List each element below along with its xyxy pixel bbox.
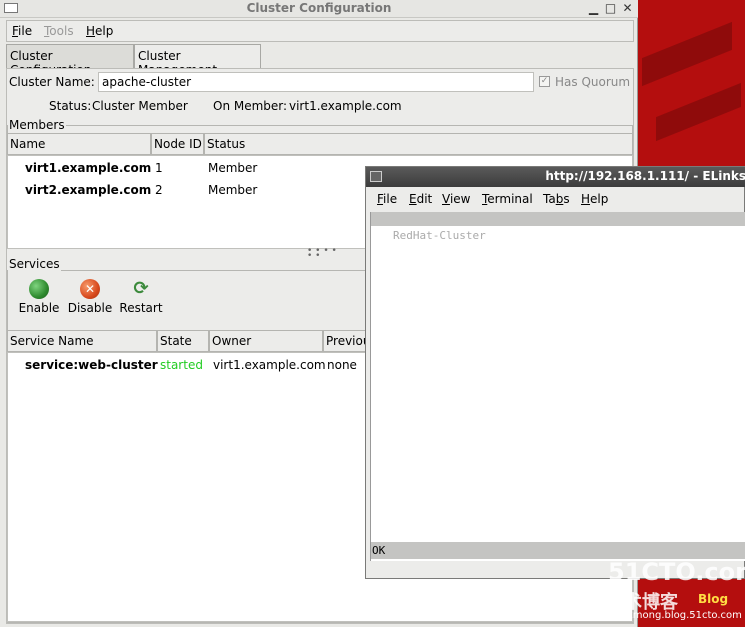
menu-file[interactable]: File (12, 24, 32, 38)
member-name: virt2.example.com (25, 183, 152, 197)
elinks-menu-terminal[interactable]: Terminal (482, 192, 533, 206)
elinks-menu-edit[interactable]: Edit (409, 192, 432, 206)
maximize-icon[interactable]: □ (604, 2, 617, 15)
cluster-name-field[interactable]: apache-cluster (98, 72, 534, 92)
elinks-titlebar[interactable]: http://192.168.1.111/ - ELinks (366, 167, 745, 187)
menu-tools: Tools (44, 24, 74, 38)
services-toolbar: Enable ✕ Disable ⟳ Restart (12, 279, 372, 329)
cluster-name-label: Cluster Name: (9, 75, 95, 89)
watermark-line1: 51CTO.com (608, 558, 745, 586)
terminal-area[interactable]: RedHat-Cluster OK (370, 212, 745, 561)
member-status: Member (208, 183, 258, 197)
window-title: Cluster Configuration (246, 1, 392, 15)
tab-cluster-configuration[interactable]: Cluster Configuration (6, 44, 134, 77)
elinks-title-bar-line (371, 212, 745, 226)
restart-icon: ⟳ (133, 278, 149, 299)
terminal-icon[interactable] (370, 171, 382, 182)
elinks-window-title: http://192.168.1.111/ - ELinks (545, 169, 745, 183)
minimize-icon[interactable]: ▁ (587, 2, 600, 15)
elinks-menu-file[interactable]: File (377, 192, 397, 206)
status-label: Status: (49, 99, 92, 113)
has-quorum-checkbox: ✓ (539, 76, 550, 87)
has-quorum-label: Has Quorum (555, 75, 631, 89)
services-col-service-name[interactable]: Service Name (7, 330, 157, 352)
tab-bar: Cluster Configuration Cluster Management (6, 44, 634, 77)
restart-button[interactable]: ⟳ Restart (118, 278, 164, 316)
services-col-owner[interactable]: Owner (209, 330, 323, 352)
enable-icon (29, 279, 49, 299)
main-titlebar[interactable]: Cluster Configuration ▁ □ ✕ (0, 0, 638, 18)
service-state: started (160, 358, 203, 372)
members-legend: Members (8, 118, 66, 132)
watermark-logo: 51CTO.com 技术博客 Blog http://linuxmong.blo… (578, 556, 745, 626)
member-node-id: 1 (155, 161, 163, 175)
elinks-menubar: File Edit View Terminal Tabs Help (368, 188, 744, 210)
status-value: Cluster Member (92, 99, 188, 113)
service-owner: virt1.example.com (213, 358, 326, 372)
member-name: virt1.example.com (25, 161, 152, 175)
watermark-url: http://linuxmong.blog.51cto.com (578, 610, 742, 621)
member-node-id: 2 (155, 183, 163, 197)
service-previous: none (327, 358, 357, 372)
menu-help[interactable]: Help (86, 24, 113, 38)
member-status: Member (208, 161, 258, 175)
services-legend: Services (8, 257, 61, 271)
menubar: File Tools Help (6, 20, 634, 42)
page-content-text: RedHat-Cluster (393, 229, 486, 242)
watermark-line3: Blog (698, 592, 729, 606)
elinks-menu-view[interactable]: View (442, 192, 470, 206)
service-name: service:web-cluster (25, 358, 158, 372)
members-col-node-id[interactable]: Node ID (151, 133, 204, 155)
elinks-terminal-window: http://192.168.1.111/ - ELinks File Edit… (365, 166, 745, 579)
on-member-value: virt1.example.com (289, 99, 402, 113)
elinks-menu-tabs[interactable]: Tabs (543, 192, 570, 206)
tab-cluster-management[interactable]: Cluster Management (134, 44, 261, 77)
members-col-status[interactable]: Status (204, 133, 633, 155)
close-icon[interactable]: ✕ (621, 2, 634, 15)
on-member-label: On Member: (213, 99, 288, 113)
members-col-name[interactable]: Name (7, 133, 151, 155)
enable-button[interactable]: Enable (18, 279, 60, 315)
disable-icon: ✕ (80, 279, 100, 299)
services-col-state[interactable]: State (157, 330, 209, 352)
elinks-menu-help[interactable]: Help (581, 192, 608, 206)
disable-button[interactable]: ✕ Disable (67, 279, 113, 315)
pane-resize-handle[interactable]: • • • • • • (307, 247, 337, 261)
